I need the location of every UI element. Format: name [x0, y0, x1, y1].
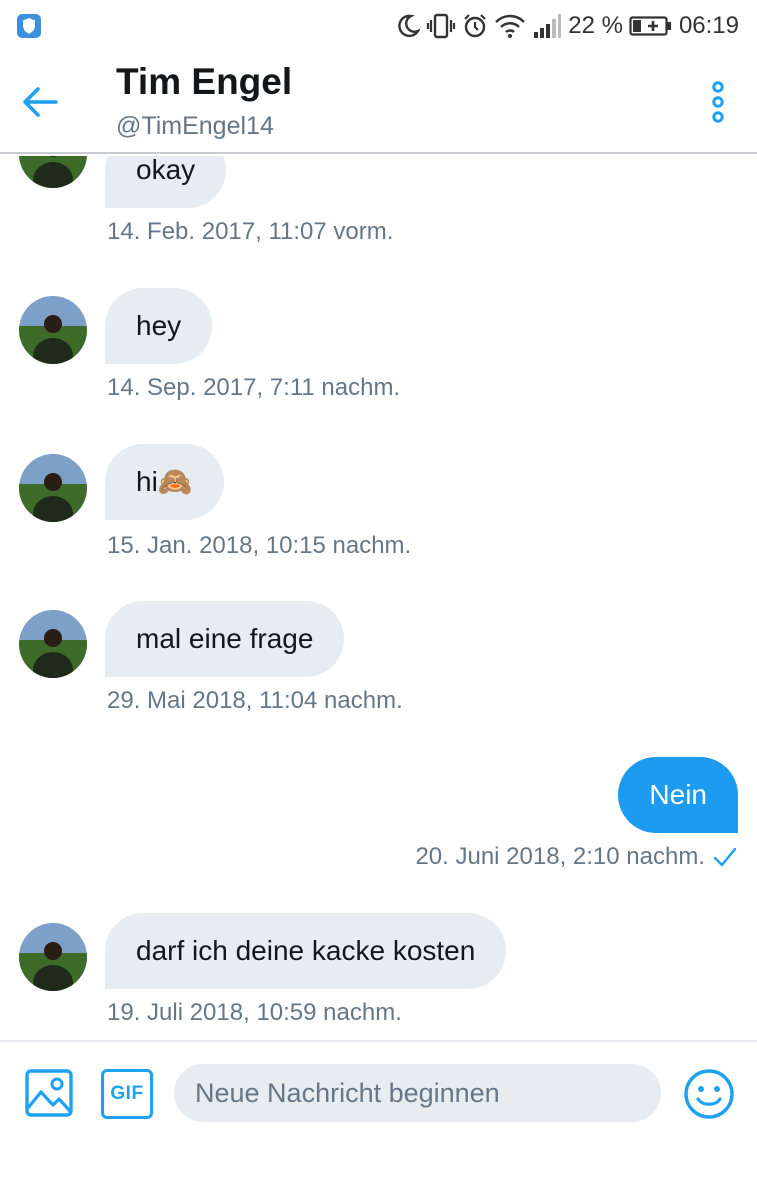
- moon-icon: [398, 14, 421, 38]
- avatar[interactable]: [19, 454, 87, 522]
- message-bubble[interactable]: Nein: [618, 757, 738, 833]
- gif-button[interactable]: GIF: [101, 1069, 153, 1119]
- more-options-icon[interactable]: [704, 80, 732, 124]
- contact-handle[interactable]: @TimEngel14: [116, 112, 274, 141]
- signal-icon: [534, 14, 562, 38]
- battery-percent: 22 %: [568, 12, 623, 39]
- back-arrow-icon[interactable]: [18, 82, 62, 122]
- message-bubble[interactable]: okay: [105, 156, 227, 208]
- avatar[interactable]: [19, 156, 87, 188]
- message-bubble[interactable]: hey: [105, 288, 213, 364]
- shield-icon: [17, 14, 41, 38]
- image-icon[interactable]: [24, 1068, 74, 1118]
- battery-charging-icon: [629, 16, 671, 36]
- emoji-icon[interactable]: [683, 1068, 735, 1120]
- conversation-header: Tim Engel @TimEngel14: [0, 52, 757, 154]
- message-bubble[interactable]: darf ich deine kacke kosten: [105, 913, 507, 989]
- message-timestamp-row: 20. Juni 2018, 2:10 nachm.: [415, 843, 737, 871]
- avatar[interactable]: [19, 610, 87, 678]
- message-input[interactable]: Neue Nachricht beginnen: [174, 1064, 661, 1122]
- message-composer: GIF Neue Nachricht beginnen: [0, 1040, 757, 1200]
- alarm-icon: [464, 14, 487, 38]
- status-bar: 22 % 06:19: [0, 0, 757, 52]
- message-timestamp: 20. Juni 2018, 2:10 nachm.: [415, 843, 705, 870]
- message-timestamp: 29. Mai 2018, 11:04 nachm.: [107, 687, 403, 714]
- wifi-icon: [495, 14, 526, 38]
- message-timestamp: 14. Sep. 2017, 7:11 nachm.: [107, 374, 401, 401]
- status-icons: 22 % 06:19: [396, 10, 739, 42]
- avatar[interactable]: [19, 923, 87, 991]
- message-list[interactable]: okay 14. Feb. 2017, 11:07 vorm. hey 14. …: [0, 156, 757, 1040]
- message-timestamp: 14. Feb. 2017, 11:07 vorm.: [107, 218, 394, 245]
- message-bubble[interactable]: hi🙈: [105, 444, 224, 520]
- message-timestamp: 15. Jan. 2018, 10:15 nachm.: [107, 532, 412, 559]
- message-timestamp: 19. Juli 2018, 10:59 nachm.: [107, 999, 402, 1026]
- message-bubble[interactable]: mal eine frage: [105, 601, 345, 677]
- checkmark-icon: [713, 847, 737, 867]
- clock: 06:19: [678, 12, 739, 39]
- vibrate-icon: [427, 13, 456, 39]
- avatar[interactable]: [19, 296, 87, 364]
- contact-name[interactable]: Tim Engel: [116, 61, 292, 103]
